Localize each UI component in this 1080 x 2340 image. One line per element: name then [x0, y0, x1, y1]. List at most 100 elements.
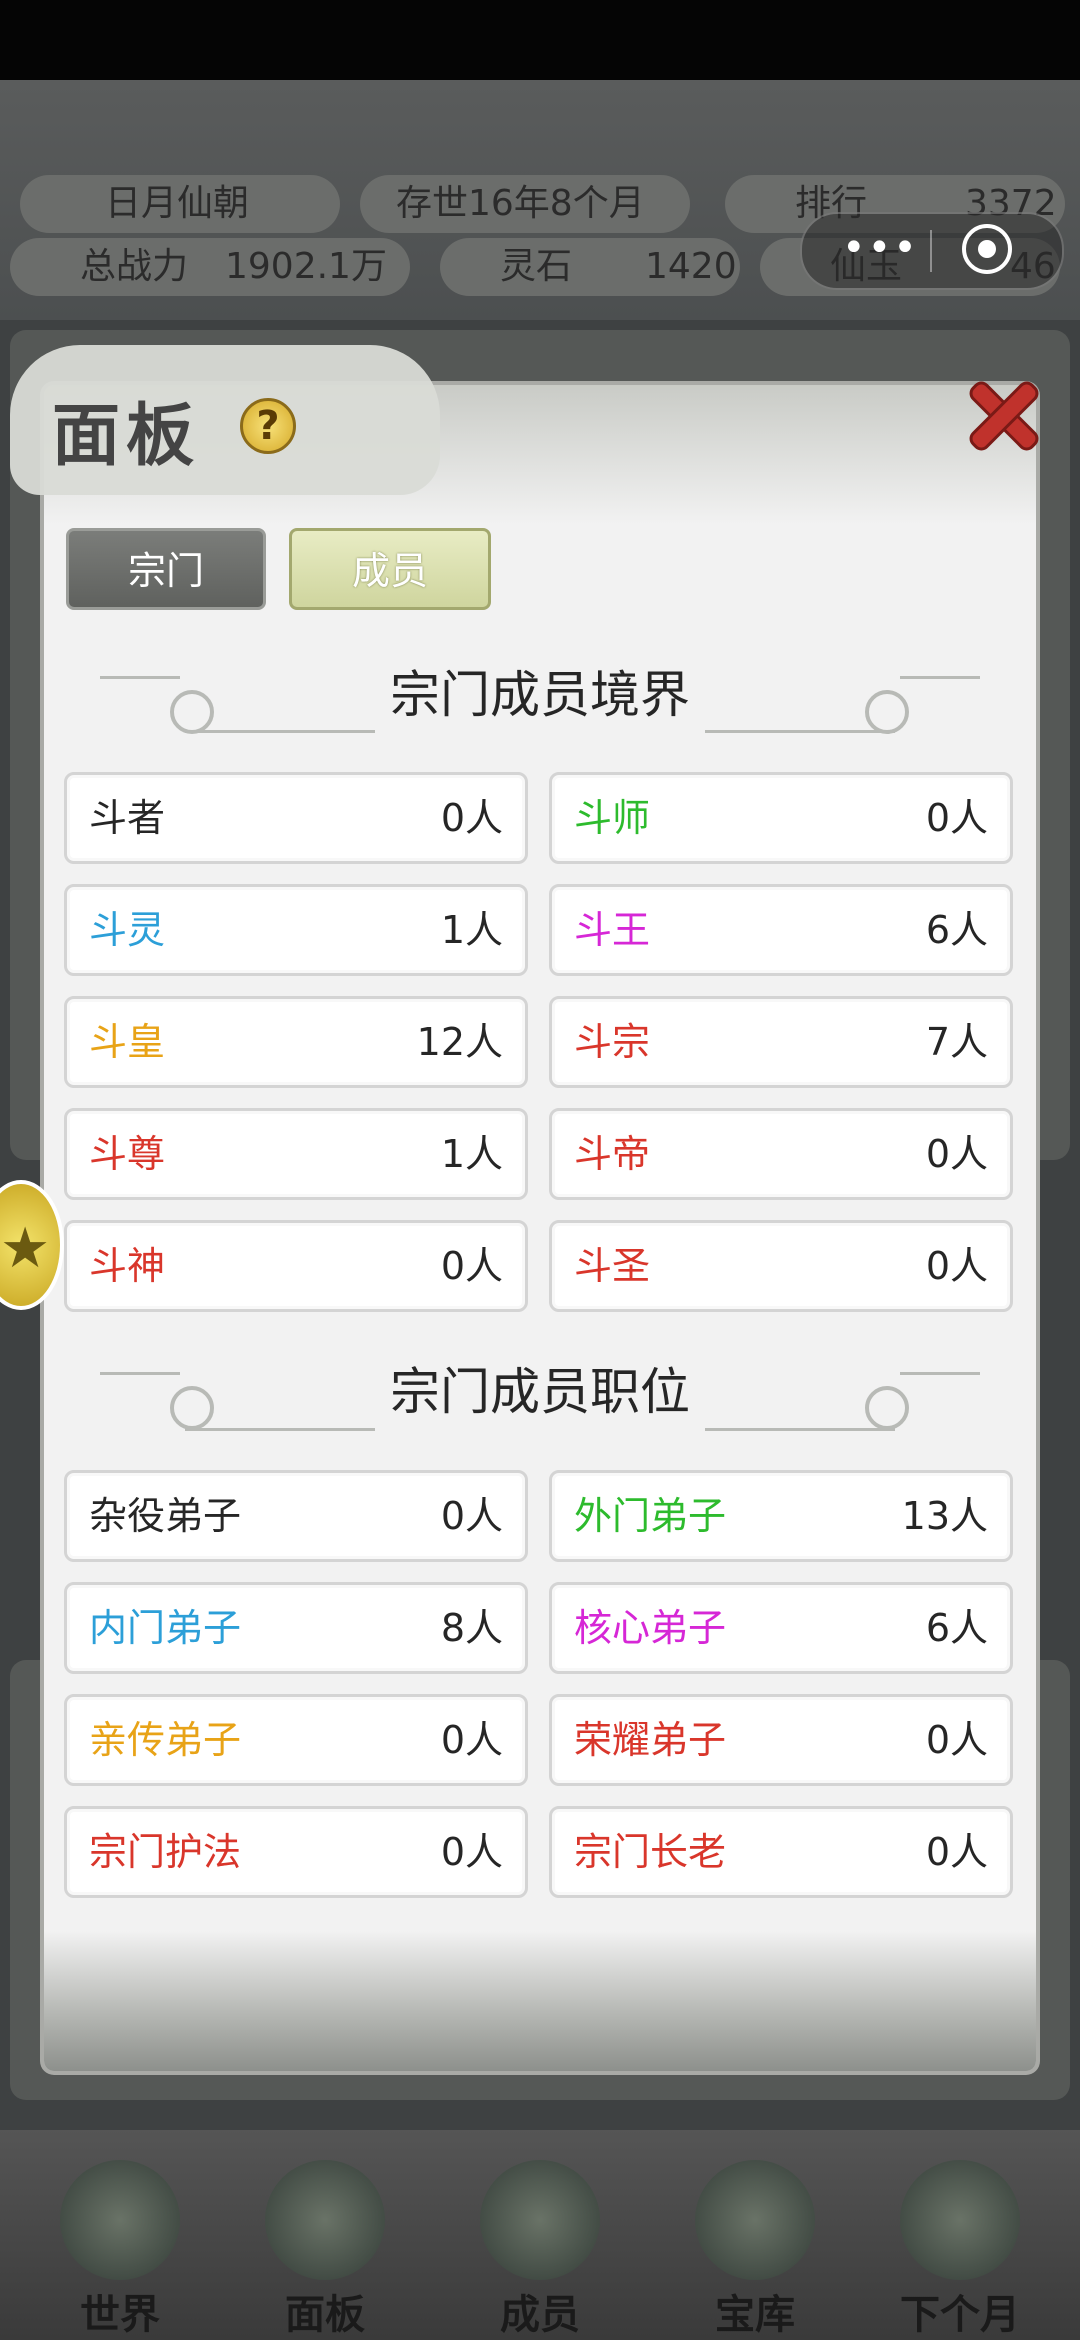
position-name: 宗门护法 — [89, 1830, 242, 1874]
realm-count: 0人 — [925, 1132, 988, 1176]
world-icon — [60, 2160, 180, 2280]
position-name: 杂役弟子 — [89, 1494, 242, 1538]
divider-right — [900, 1372, 980, 1383]
sect-name: 日月仙朝 — [105, 183, 250, 224]
nav-next-month-label: 下个月 — [900, 2291, 1020, 2338]
power-bar: 总战力 1902.1万 — [10, 238, 410, 296]
nav-treasury[interactable]: 宝库 — [655, 2160, 855, 2340]
position-cell: 宗门长老 0人 — [549, 1806, 1013, 1898]
position-section-title: 宗门成员职位 — [390, 1363, 690, 1421]
yin-yang-icon — [695, 2160, 815, 2280]
help-icon[interactable]: ? — [240, 398, 296, 454]
position-cell: 杂役弟子 0人 — [64, 1470, 528, 1562]
realm-name: 斗帝 — [574, 1132, 651, 1176]
realm-count: 0人 — [440, 1244, 503, 1288]
stone-value: 1420 — [645, 246, 737, 287]
nav-members-label: 成员 — [500, 2291, 580, 2338]
nav-world[interactable]: 世界 — [20, 2160, 220, 2340]
realm-count: 1人 — [440, 1132, 503, 1176]
power-value: 1902.1万 — [225, 246, 387, 287]
position-count: 13人 — [901, 1494, 988, 1538]
status-bar — [0, 0, 1080, 80]
sect-age: 存世16年8个月 — [396, 183, 645, 224]
realm-name: 斗师 — [574, 796, 651, 840]
sect-name-bar: 日月仙朝 — [20, 175, 340, 233]
nav-world-label: 世界 — [80, 2291, 160, 2338]
panel-title: 面板 — [52, 396, 201, 476]
tab-sect[interactable]: 宗门 — [66, 528, 266, 610]
position-name: 外门弟子 — [574, 1494, 727, 1538]
divider-left-low — [185, 730, 375, 741]
nav-next-month[interactable]: 下个月 — [860, 2160, 1060, 2340]
position-name: 内门弟子 — [89, 1606, 242, 1650]
position-count: 8人 — [440, 1606, 503, 1650]
divider-right — [900, 676, 980, 687]
position-count: 0人 — [440, 1718, 503, 1762]
divider-right-low — [705, 730, 895, 741]
divider-curl-right — [865, 1386, 909, 1430]
divider-right-low — [705, 1428, 895, 1439]
realm-count: 7人 — [925, 1020, 988, 1064]
position-count: 0人 — [925, 1718, 988, 1762]
position-cell: 内门弟子 8人 — [64, 1582, 528, 1674]
realm-cell: 斗尊 1人 — [64, 1108, 528, 1200]
position-count: 0人 — [440, 1830, 503, 1874]
realm-name: 斗尊 — [89, 1132, 166, 1176]
realm-name: 斗神 — [89, 1244, 166, 1288]
mini-program-capsule: ••• — [800, 212, 1064, 290]
close-x-icon[interactable] — [958, 370, 1048, 460]
divider-curl-right — [865, 690, 909, 734]
realm-cell: 斗王 6人 — [549, 884, 1013, 976]
realm-name: 斗者 — [89, 796, 166, 840]
realm-name: 斗灵 — [89, 908, 166, 952]
position-name: 核心弟子 — [574, 1606, 727, 1650]
nav-treasury-label: 宝库 — [715, 2291, 795, 2338]
realm-cell: 斗灵 1人 — [64, 884, 528, 976]
more-dots-icon[interactable]: ••• — [842, 228, 919, 268]
realm-count: 12人 — [416, 1020, 503, 1064]
target-ring-icon[interactable] — [962, 224, 1012, 274]
realm-cell: 斗皇 12人 — [64, 996, 528, 1088]
realm-count: 6人 — [925, 908, 988, 952]
realm-cell: 斗神 0人 — [64, 1220, 528, 1312]
realm-cell: 斗宗 7人 — [549, 996, 1013, 1088]
realm-count: 0人 — [440, 796, 503, 840]
realm-count: 0人 — [925, 1244, 988, 1288]
realm-name: 斗圣 — [574, 1244, 651, 1288]
tab-members[interactable]: 成员 — [289, 528, 491, 610]
stone-label: 灵石 — [500, 246, 573, 287]
realm-count: 1人 — [440, 908, 503, 952]
sect-age-bar: 存世16年8个月 — [360, 175, 690, 233]
position-cell: 荣耀弟子 0人 — [549, 1694, 1013, 1786]
realm-name: 斗王 — [574, 908, 651, 952]
realm-name: 斗皇 — [89, 1020, 166, 1064]
divider-left-low — [185, 1428, 375, 1439]
next-month-icon — [900, 2160, 1020, 2280]
nav-members[interactable]: 成员 — [440, 2160, 640, 2340]
stone-bar: 灵石 1420 — [440, 238, 740, 296]
capsule-separator — [930, 230, 932, 272]
realm-cell: 斗者 0人 — [64, 772, 528, 864]
panel-bottom-cloud — [44, 1931, 1036, 2071]
power-label: 总战力 — [80, 246, 189, 287]
position-cell: 亲传弟子 0人 — [64, 1694, 528, 1786]
position-cell: 核心弟子 6人 — [549, 1582, 1013, 1674]
position-name: 亲传弟子 — [89, 1718, 242, 1762]
realm-count: 0人 — [925, 796, 988, 840]
position-count: 0人 — [440, 1494, 503, 1538]
position-name: 宗门长老 — [574, 1830, 727, 1874]
realm-cell: 斗帝 0人 — [549, 1108, 1013, 1200]
nav-panel[interactable]: 面板 — [225, 2160, 425, 2340]
realm-cell: 斗圣 0人 — [549, 1220, 1013, 1312]
realm-name: 斗宗 — [574, 1020, 651, 1064]
nav-panel-label: 面板 — [285, 2291, 365, 2338]
realm-cell: 斗师 0人 — [549, 772, 1013, 864]
panel-icon — [265, 2160, 385, 2280]
position-cell: 宗门护法 0人 — [64, 1806, 528, 1898]
position-cell: 外门弟子 13人 — [549, 1470, 1013, 1562]
position-count: 6人 — [925, 1606, 988, 1650]
realm-section-title: 宗门成员境界 — [390, 666, 690, 724]
position-name: 荣耀弟子 — [574, 1718, 727, 1762]
position-count: 0人 — [925, 1830, 988, 1874]
members-icon — [480, 2160, 600, 2280]
